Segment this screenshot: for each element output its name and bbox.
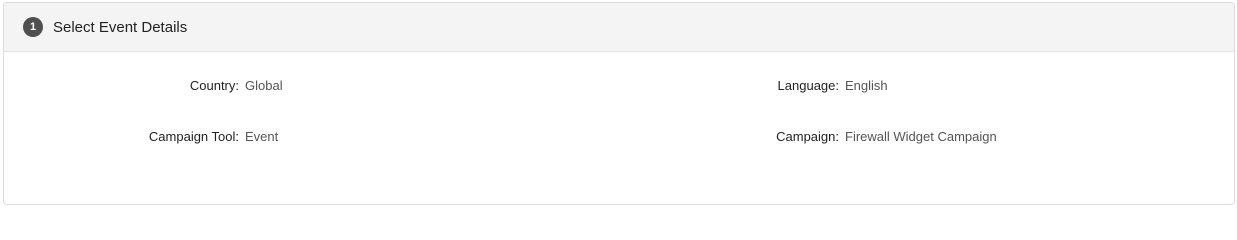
step-number-badge: 1 xyxy=(23,17,43,37)
language-label: Language: xyxy=(777,78,839,93)
language-field: Language: English xyxy=(0,78,888,93)
panel-title: Select Event Details xyxy=(53,18,188,36)
campaign-field: Campaign: Firewall Widget Campaign xyxy=(0,129,997,144)
event-details-panel: 1 Select Event Details xyxy=(3,2,1235,205)
language-value: English xyxy=(845,78,888,93)
panel-header: 1 Select Event Details xyxy=(4,3,1234,52)
campaign-label: Campaign: xyxy=(776,129,839,144)
campaign-value: Firewall Widget Campaign xyxy=(845,129,997,144)
